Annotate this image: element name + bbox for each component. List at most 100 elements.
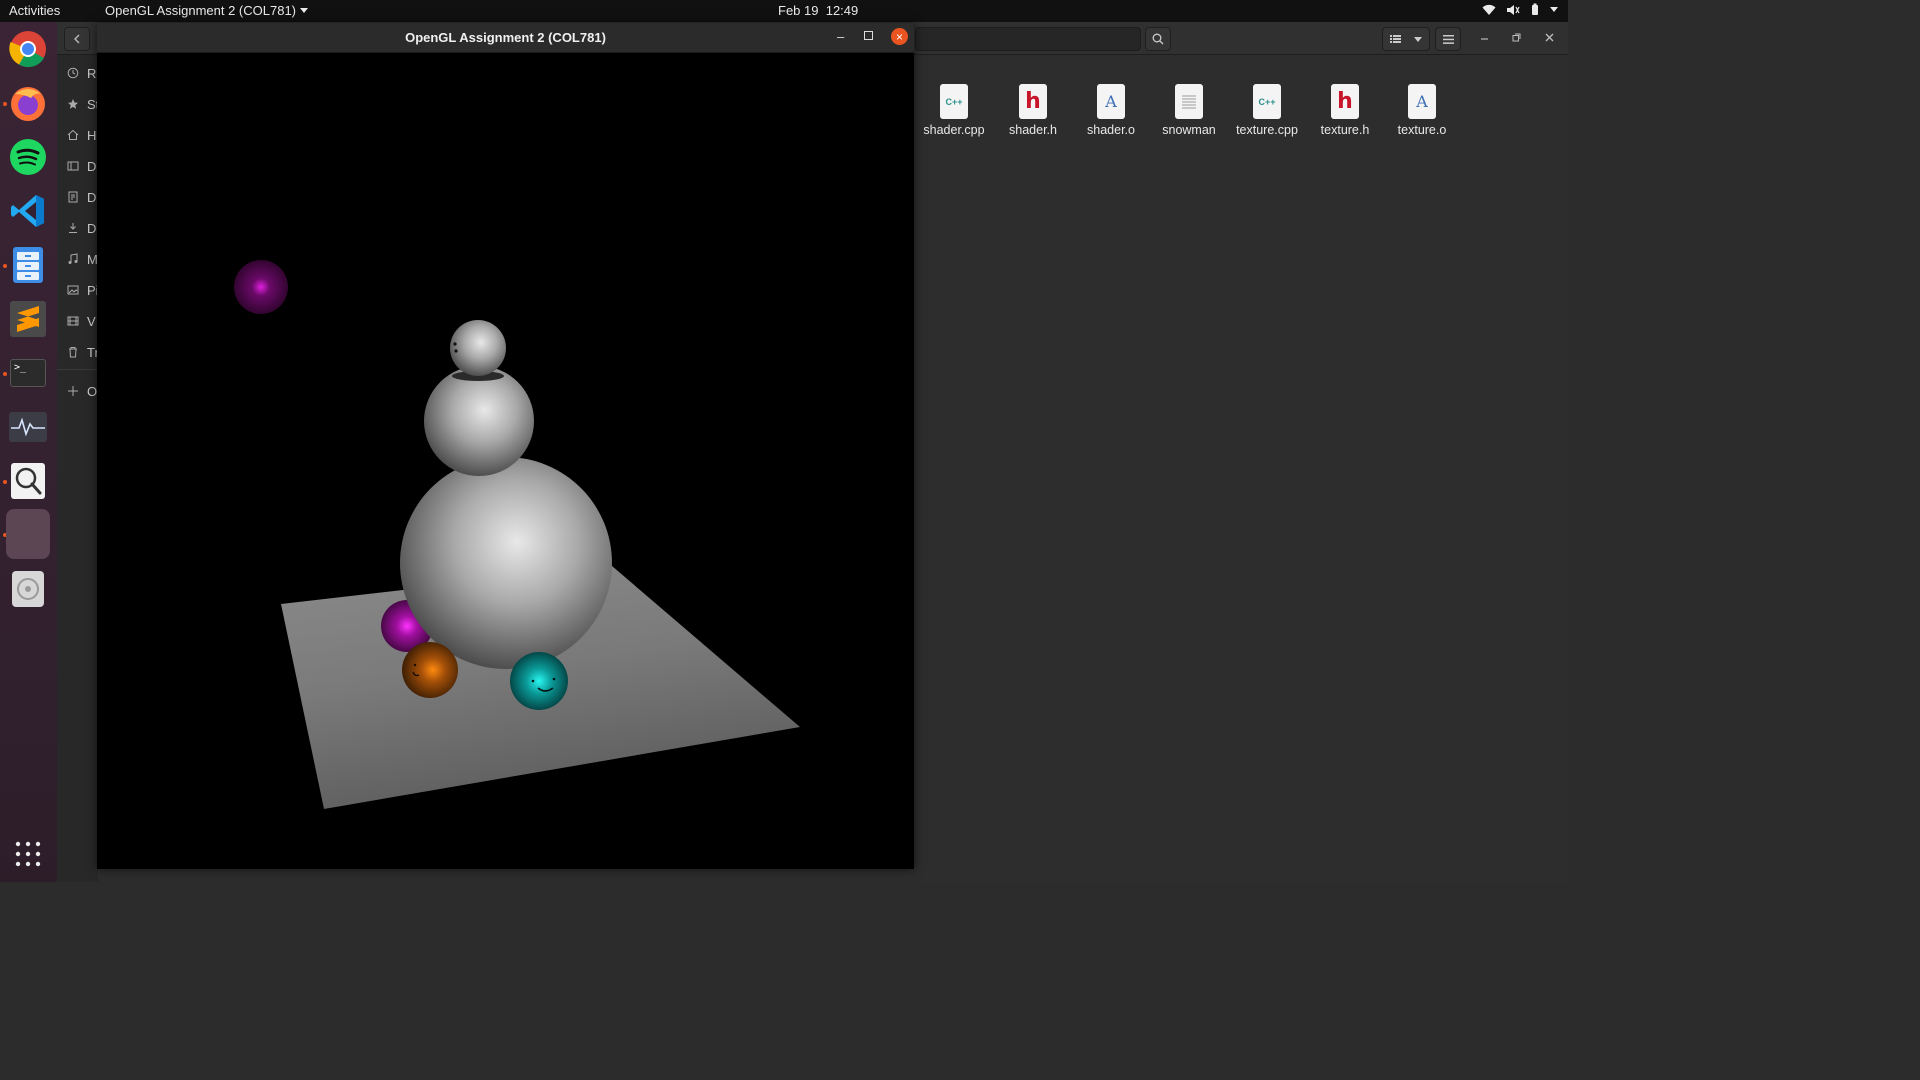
files-icon[interactable] xyxy=(6,243,50,287)
file-name: texture.cpp xyxy=(1236,123,1298,137)
sidebar-item-downloads[interactable]: D xyxy=(67,218,96,238)
video-icon xyxy=(67,316,79,326)
teal-sphere-eye xyxy=(531,679,535,683)
orange-sphere xyxy=(402,642,458,698)
sidebar-item-trash[interactable]: Tr xyxy=(67,342,99,362)
download-icon xyxy=(69,223,77,233)
window-title: OpenGL Assignment 2 (COL781) xyxy=(405,30,606,45)
app-menu[interactable]: OpenGL Assignment 2 (COL781) xyxy=(105,3,309,18)
image-viewer-icon[interactable] xyxy=(6,459,50,503)
system-tray[interactable] xyxy=(1482,3,1558,16)
sidebar-item-pictures[interactable]: Pi xyxy=(67,280,99,300)
location-bar[interactable] xyxy=(915,27,1141,51)
file-name: snowman xyxy=(1162,123,1216,137)
maximize-button[interactable] xyxy=(864,31,873,40)
system-monitor-icon[interactable] xyxy=(6,405,50,449)
spotify-icon[interactable] xyxy=(6,135,50,179)
header-file-icon: h xyxy=(1019,84,1047,119)
file-item[interactable]: A shader.o xyxy=(1073,84,1149,137)
disc-icon[interactable] xyxy=(6,567,50,611)
file-badge: h xyxy=(1337,89,1353,114)
search-icon xyxy=(1152,33,1164,45)
firefox-icon[interactable] xyxy=(6,81,50,125)
close-icon xyxy=(1545,33,1553,41)
vscode-icon[interactable] xyxy=(6,189,50,233)
files-minimize-button[interactable] xyxy=(1477,30,1491,44)
file-item[interactable]: h texture.h xyxy=(1307,84,1383,137)
document-icon xyxy=(68,191,78,203)
clock[interactable]: Feb 19 12:49 xyxy=(778,3,858,18)
chrome-icon[interactable] xyxy=(6,27,50,71)
sidebar-item-other-locations[interactable]: O xyxy=(67,381,97,401)
object-file-icon: A xyxy=(1408,84,1436,119)
restore-icon xyxy=(1512,33,1520,41)
file-name: shader.cpp xyxy=(923,123,985,137)
clock-time: 12:49 xyxy=(825,3,859,18)
sidebar-item-label: D xyxy=(87,158,97,174)
system-menu-caret-icon xyxy=(1550,7,1558,12)
snowman-middle xyxy=(424,366,534,476)
sidebar-item-label: O xyxy=(87,383,98,399)
files-close-button[interactable] xyxy=(1542,30,1556,44)
top-bar: Activities OpenGL Assignment 2 (COL781) … xyxy=(0,0,1568,22)
back-button[interactable] xyxy=(64,27,90,51)
sidebar-divider xyxy=(57,369,98,370)
search-button[interactable] xyxy=(1145,27,1171,51)
sublime-text-icon[interactable] xyxy=(6,297,50,341)
picture-icon xyxy=(67,285,79,295)
opengl-titlebar[interactable]: OpenGL Assignment 2 (COL781) – × xyxy=(97,23,914,53)
sidebar-item-home[interactable]: H xyxy=(67,125,96,145)
view-options-button[interactable] xyxy=(1382,27,1430,51)
file-badge: C++ xyxy=(945,96,963,107)
close-icon: × xyxy=(895,29,903,44)
sidebar-item-desktop[interactable]: D xyxy=(67,156,96,176)
files-restore-button[interactable] xyxy=(1509,30,1523,44)
file-name: shader.h xyxy=(1009,123,1057,137)
sidebar-item-label: V xyxy=(87,313,96,329)
sidebar-item-label: D xyxy=(87,189,97,205)
minimize-icon: – xyxy=(837,29,845,44)
minimize-button[interactable]: – xyxy=(837,29,844,44)
cpp-file-icon: C++ xyxy=(1253,84,1281,119)
snowman-eye xyxy=(453,342,457,346)
terminal-icon[interactable]: >_ xyxy=(6,351,50,395)
file-item[interactable]: snowman xyxy=(1151,84,1227,137)
snowman-eye xyxy=(454,349,458,353)
sidebar-item-documents[interactable]: D xyxy=(67,187,96,207)
file-name: shader.o xyxy=(1087,123,1135,137)
file-item[interactable]: C++ shader.cpp xyxy=(916,84,992,137)
file-item[interactable]: C++ texture.cpp xyxy=(1229,84,1305,137)
desktop-icon xyxy=(67,161,79,171)
sidebar-item-recent[interactable]: R xyxy=(67,63,96,83)
opengl-app-icon[interactable] xyxy=(6,509,50,559)
chevron-left-icon xyxy=(74,34,80,44)
cpp-file-icon: C++ xyxy=(940,84,968,119)
file-badge: A xyxy=(1105,92,1117,111)
clock-icon xyxy=(67,67,79,79)
app-grid-icon[interactable] xyxy=(6,832,50,876)
dock: >_ xyxy=(0,22,57,882)
plus-icon xyxy=(68,386,78,396)
sidebar-item-starred[interactable]: St xyxy=(67,94,99,114)
snowman-scene xyxy=(234,260,800,809)
file-item[interactable]: A texture.o xyxy=(1384,84,1460,137)
terminal-glyph: >_ xyxy=(10,359,46,387)
opengl-canvas[interactable] xyxy=(97,53,914,869)
battery-icon xyxy=(1532,3,1538,15)
file-item[interactable]: h shader.h xyxy=(995,84,1071,137)
sidebar-item-label: H xyxy=(87,127,97,143)
main-menu-button[interactable] xyxy=(1435,27,1461,51)
wifi-icon xyxy=(1482,4,1496,15)
object-file-icon: A xyxy=(1097,84,1125,119)
sidebar-item-videos[interactable]: V xyxy=(67,311,96,331)
file-badge: C++ xyxy=(1258,96,1276,107)
orange-sphere-eye xyxy=(413,663,417,667)
files-sidebar: R St H D D D M Pi V Tr O xyxy=(57,55,99,882)
teal-sphere-eye xyxy=(552,677,556,681)
sidebar-item-music[interactable]: M xyxy=(67,249,98,269)
file-name: texture.h xyxy=(1320,123,1370,137)
minimize-icon xyxy=(1480,37,1488,40)
activities-button[interactable]: Activities xyxy=(9,3,60,18)
close-button[interactable]: × xyxy=(891,28,908,45)
home-icon xyxy=(67,129,79,140)
